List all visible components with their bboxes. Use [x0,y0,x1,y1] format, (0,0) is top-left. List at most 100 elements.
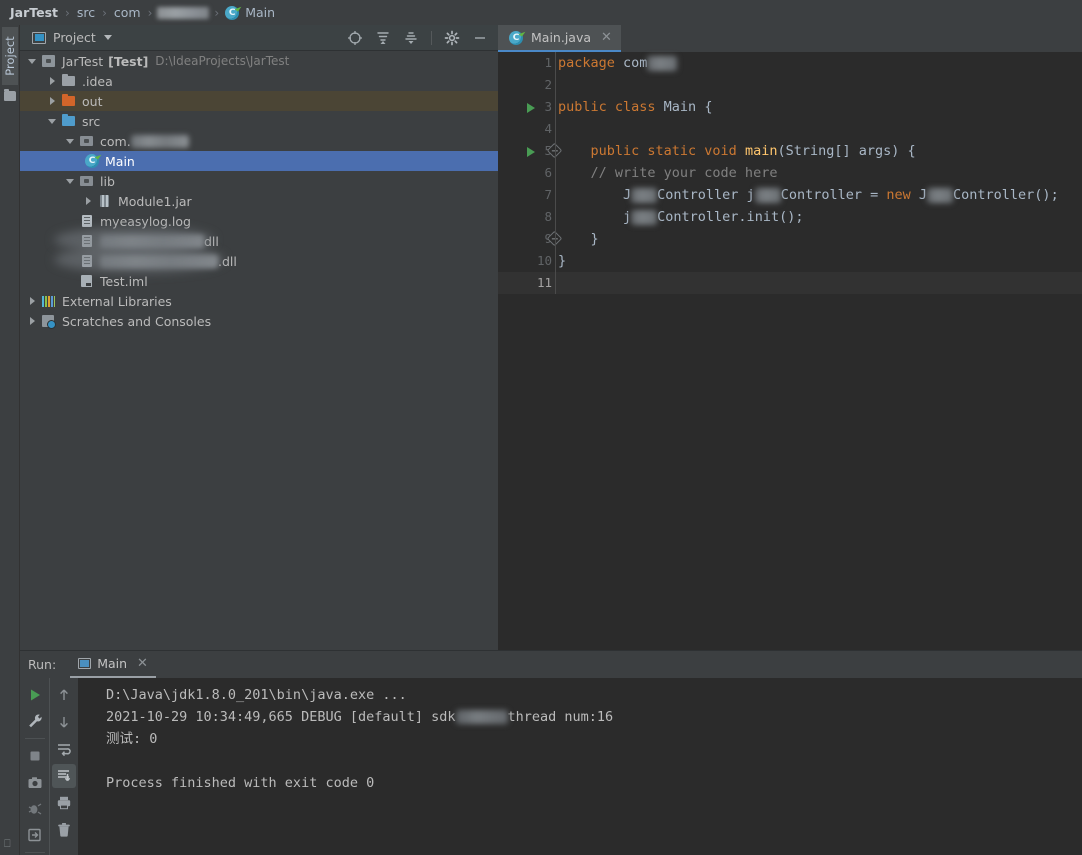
edit-configuration-icon[interactable] [23,709,47,732]
breadcrumb-separator: › [147,5,153,20]
chevron-right-icon[interactable] [48,96,57,106]
expand-all-icon[interactable] [375,30,391,46]
screenshot-icon[interactable] [23,771,47,794]
sidebar-tab-project[interactable]: Project [2,27,18,85]
console-line: D:\Java\jdk1.8.0_201\bin\java.exe ... [106,684,1082,706]
structure-icon[interactable]: ⎕ [4,837,16,849]
up-arrow-icon[interactable] [52,683,76,707]
scroll-to-end-icon[interactable] [52,764,76,788]
gutter-divider [555,206,556,228]
folder-gray-icon [61,73,77,89]
code-line[interactable]: 3 public class Main { [498,96,1082,118]
breadcrumb-item-com[interactable]: com [112,5,143,20]
run-panel-label: Run: [28,657,57,672]
code-line[interactable]: 1 package com [498,52,1082,74]
line-number: 10 [536,253,552,268]
code-text: } [558,253,567,269]
line-number: 8 [544,209,552,224]
package-icon [79,173,95,189]
gutter-divider [555,118,556,140]
chevron-right-icon[interactable] [28,316,37,326]
code-line[interactable]: 4 [498,118,1082,140]
code-text: // write your code here [558,165,778,181]
print-icon[interactable] [52,791,76,815]
code-line[interactable]: 5 public static void main(String[] args)… [498,140,1082,162]
breadcrumb-item-src[interactable]: src [75,5,97,20]
code-editor[interactable]: 1 package com 2 3 public class Main { 4 [498,52,1082,650]
code-line[interactable]: 10 } [498,250,1082,272]
folder-icon[interactable] [4,89,16,101]
chevron-right-icon[interactable] [28,296,37,306]
code-line[interactable]: 7 J Controller j Controller = new J Control… [498,184,1082,206]
code-line[interactable]: 6 // write your code here [498,162,1082,184]
code-text: public static void main(String[] args) { [590,143,916,159]
tree-row-scratches[interactable]: Scratches and Consoles [20,311,498,331]
breadcrumb-separator: › [214,5,220,20]
debug-icon[interactable] [23,797,47,820]
console-text-post: thread num:16 [507,709,614,725]
tree-row-jartest[interactable]: JarTest [Test] D:\IdeaProjects\JarTest [20,51,498,71]
down-arrow-icon[interactable] [52,710,76,734]
project-panel-header: Project [20,25,498,51]
line-number: 6 [544,165,552,180]
java-class-icon [84,152,102,169]
breadcrumb-item-project[interactable]: JarTest [8,5,60,20]
code-line[interactable]: 2 [498,74,1082,96]
sidebar-tab-project-label: Project [3,36,17,76]
chevron-down-icon[interactable] [103,35,112,40]
code-text: public class Main { [558,99,713,115]
breadcrumb-item-package-redacted[interactable] [157,6,210,19]
run-gutter-icon[interactable] [527,103,535,113]
tree-label: src [82,113,101,129]
console-output[interactable]: D:\Java\jdk1.8.0_201\bin\java.exe ... 20… [78,678,1082,855]
tree-row-test-iml[interactable]: Test.iml [20,271,498,291]
chevron-down-icon[interactable] [28,57,37,66]
code-line[interactable]: 8 j Controller.init(); [498,206,1082,228]
breadcrumb-item-main[interactable]: Main [243,5,277,20]
rerun-icon[interactable] [23,683,47,706]
line-number: 7 [544,187,552,202]
console-command-line: D:\Java\jdk1.8.0_201\bin\java.exe ... [106,687,407,703]
export-icon[interactable] [23,823,47,846]
soft-wrap-icon[interactable] [52,737,76,761]
tree-row-src[interactable]: src [20,111,498,131]
console-line: 测试: 0 [106,731,158,747]
breadcrumb-separator: › [65,5,70,20]
chevron-down-icon[interactable] [66,177,75,186]
gutter-divider [555,250,556,272]
chevron-down-icon[interactable] [48,117,57,126]
close-icon[interactable]: ✕ [601,30,612,45]
clear-all-icon[interactable] [52,818,76,842]
chevron-right-icon[interactable] [84,196,93,206]
tree-row-out[interactable]: out [20,91,498,111]
gutter-divider [555,184,556,206]
code-line[interactable]: 9 } [498,228,1082,250]
toolbar-divider [431,30,432,45]
tree-row-package[interactable]: com. [20,131,498,151]
settings-gear-icon[interactable] [444,30,460,46]
redacted-console-value [455,710,508,724]
locate-icon[interactable] [347,30,363,46]
redaction-overlay [54,246,224,273]
jar-icon [97,193,113,209]
editor-tab-main-java[interactable]: Main.java ✕ [498,25,621,52]
project-view-icon [32,31,46,44]
line-number: 1 [544,55,552,70]
gutter-divider [555,52,556,74]
project-tree[interactable]: JarTest [Test] D:\IdeaProjects\JarTest .… [20,51,498,650]
run-gutter-icon[interactable] [527,147,535,157]
tree-row-idea[interactable]: .idea [20,71,498,91]
tree-row-module1-jar[interactable]: Module1.jar [20,191,498,211]
collapse-all-icon[interactable] [403,30,419,46]
chevron-right-icon[interactable] [48,76,57,86]
stop-icon[interactable] [23,745,47,768]
chevron-down-icon[interactable] [66,137,75,146]
code-line-current[interactable]: 11 [498,272,1082,294]
run-tab-main[interactable]: Main ✕ [70,651,156,678]
hide-panel-icon[interactable] [472,30,488,46]
tree-row-lib[interactable]: lib [20,171,498,191]
tree-row-main[interactable]: Main [20,151,498,171]
tree-row-dll-2[interactable]: .dll [20,246,498,273]
close-icon[interactable]: ✕ [137,656,148,671]
tree-row-external-libraries[interactable]: External Libraries [20,291,498,311]
